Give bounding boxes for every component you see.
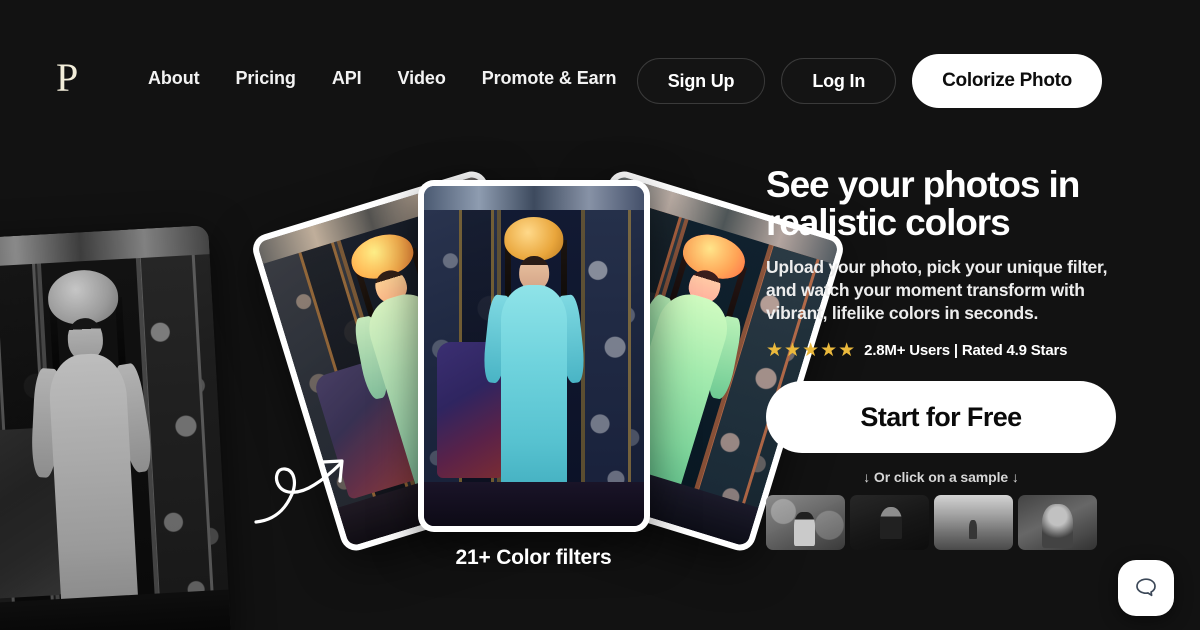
nav-link-pricing[interactable]: Pricing	[235, 68, 295, 89]
chat-bubble-icon	[1136, 578, 1156, 597]
top-navigation-bar: P About Pricing API Video Promote & Earn…	[0, 0, 1200, 120]
sample-thumbnail-3[interactable]	[934, 495, 1013, 550]
rating-row: ★★★★★ 2.8M+ Users | Rated 4.9 Stars	[766, 341, 1166, 360]
curly-arrow-icon	[254, 459, 344, 524]
nav-action-buttons: Sign Up Log In Colorize Photo	[636, 54, 1102, 108]
portrait-scene-teal	[424, 186, 644, 526]
sample-thumbnail-1[interactable]	[766, 495, 845, 550]
chat-widget-button[interactable]	[1118, 560, 1174, 616]
nav-link-video[interactable]: Video	[398, 68, 446, 89]
hero-subheading: Upload your photo, pick your unique filt…	[766, 257, 1108, 323]
landing-page: 21+ Color filters See your photos in rea…	[0, 0, 1200, 630]
nav-link-api[interactable]: API	[332, 68, 362, 89]
hero-section: See your photos in realistic colors Uplo…	[766, 166, 1166, 550]
start-for-free-button[interactable]: Start for Free	[766, 381, 1116, 453]
teal-filter-card[interactable]	[418, 180, 650, 532]
rating-text: 2.8M+ Users | Rated 4.9 Stars	[864, 342, 1068, 359]
sign-up-button[interactable]: Sign Up	[636, 58, 766, 104]
star-rating-icon: ★★★★★	[766, 340, 857, 361]
nav-link-list: About Pricing API Video Promote & Earn	[148, 68, 616, 89]
nav-link-promote-and-earn[interactable]: Promote & Earn	[482, 68, 617, 89]
page-title: See your photos in realistic colors	[766, 164, 1080, 243]
sample-thumbnail-list	[766, 495, 1116, 550]
brand-logo[interactable]: P	[56, 58, 79, 98]
sample-hint-text: ↓ Or click on a sample ↓	[863, 469, 1019, 485]
colorize-photo-button[interactable]: Colorize Photo	[912, 54, 1102, 108]
log-in-button[interactable]: Log In	[781, 58, 897, 104]
nav-link-about[interactable]: About	[148, 68, 200, 89]
sample-thumbnail-2[interactable]	[850, 495, 929, 550]
sample-thumbnail-4[interactable]	[1018, 495, 1097, 550]
